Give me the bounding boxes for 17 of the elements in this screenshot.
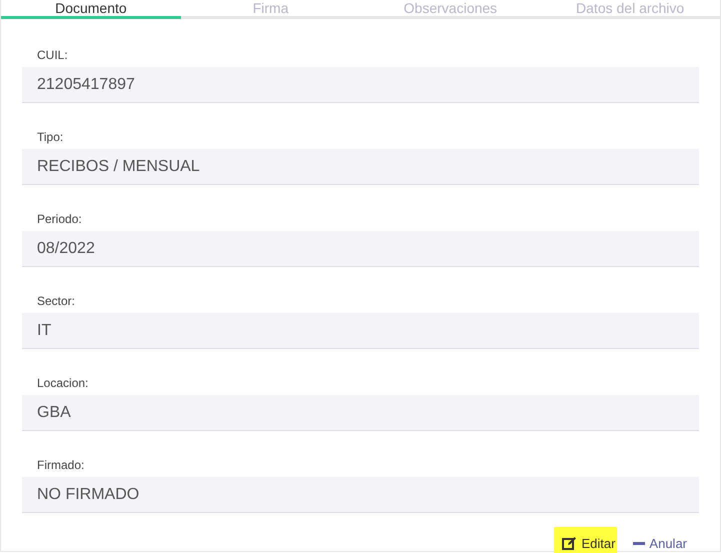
minus-icon — [633, 542, 646, 544]
cancel-button[interactable]: Anular — [625, 527, 689, 553]
field-label: Tipo: — [36, 130, 64, 144]
field-label: Firmado: — [36, 458, 86, 472]
edit-button[interactable]: Editar — [554, 527, 618, 553]
field-value: 21205417897 — [22, 67, 699, 103]
tab[interactable]: Documento — [1, 0, 181, 19]
field-value: NO FIRMADO — [22, 477, 699, 513]
field-label: Periodo: — [36, 212, 83, 226]
field-value: RECIBOS / MENSUAL — [22, 149, 699, 185]
field-label: CUIL: — [36, 48, 69, 62]
edit-icon — [562, 536, 578, 550]
field-value: 08/2022 — [22, 231, 699, 267]
field-label: Locacion: — [36, 376, 90, 390]
field-label: Sector: — [36, 294, 76, 308]
field-value: GBA — [22, 395, 699, 431]
field-value: IT — [22, 313, 699, 349]
